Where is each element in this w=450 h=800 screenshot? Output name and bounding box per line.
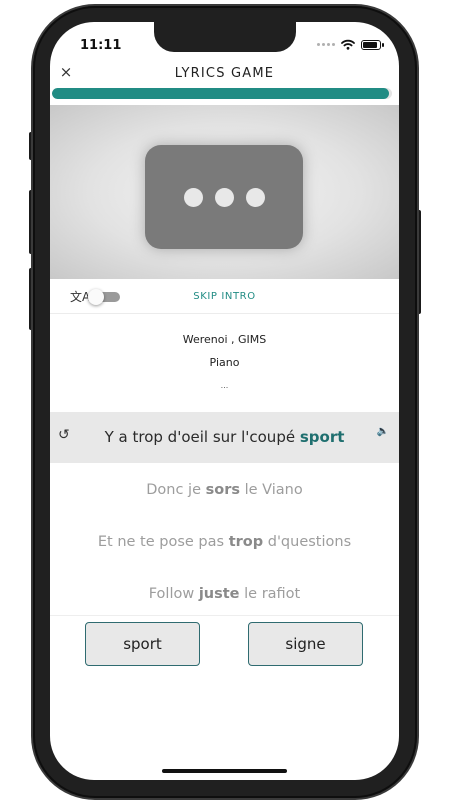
song-info: Werenoi , GIMS Piano ... [50, 330, 399, 399]
status-icons [317, 39, 384, 50]
page-title: LYRICS GAME [174, 66, 275, 81]
battery-icon [361, 39, 384, 50]
lyric-text: le rafiot [239, 586, 301, 602]
lyric-text: Follow [148, 586, 199, 602]
lyric-keyword: juste [198, 586, 240, 602]
status-time: 11:11 [80, 38, 122, 53]
progress-bar [52, 88, 392, 99]
current-lyric-text: Y a trop d'oeil sur l'coupé sport [50, 428, 399, 446]
lyric-line: Donc je sors le Viano [50, 482, 399, 498]
lyric-keyword: sors [205, 482, 240, 498]
song-title: Piano [209, 356, 240, 369]
skip-intro-button[interactable]: SKIP INTRO [50, 291, 399, 302]
video-player[interactable] [50, 105, 399, 279]
speaker-icon[interactable]: 🔈 [377, 426, 389, 437]
lyric-text: d'questions [263, 534, 352, 550]
controls-bar: 文A SKIP INTRO [50, 280, 399, 314]
current-lyric-answer: sport [299, 428, 345, 446]
song-ellipsis: ... [220, 381, 229, 390]
phone-screen: 11:11 × LYRICS GAME 文A SKIP INTRO Wereno… [50, 22, 399, 780]
wifi-icon [341, 39, 355, 50]
progress-fill [52, 88, 389, 99]
divider [50, 615, 399, 616]
lyric-text: le Viano [240, 482, 303, 498]
notch [154, 22, 296, 52]
ellipsis-loading-icon [145, 145, 303, 249]
home-indicator [162, 769, 287, 773]
lyric-text: Donc je [146, 482, 206, 498]
answer-option-signe-button[interactable]: signe [248, 622, 363, 666]
lyric-text: Et ne te pose pas [97, 534, 229, 550]
signal-icon [317, 43, 335, 46]
lyric-keyword: trop [228, 534, 264, 550]
current-lyric-prefix: Y a trop d'oeil sur l'coupé [104, 428, 300, 446]
song-artists: Werenoi , GIMS [182, 333, 267, 346]
current-lyric-line: ↺ Y a trop d'oeil sur l'coupé sport 🔈 [50, 412, 399, 463]
lyric-line: Et ne te pose pas trop d'questions [50, 534, 399, 550]
answer-option-sport-button[interactable]: sport [85, 622, 200, 666]
lyric-line: Follow juste le rafiot [50, 586, 399, 602]
